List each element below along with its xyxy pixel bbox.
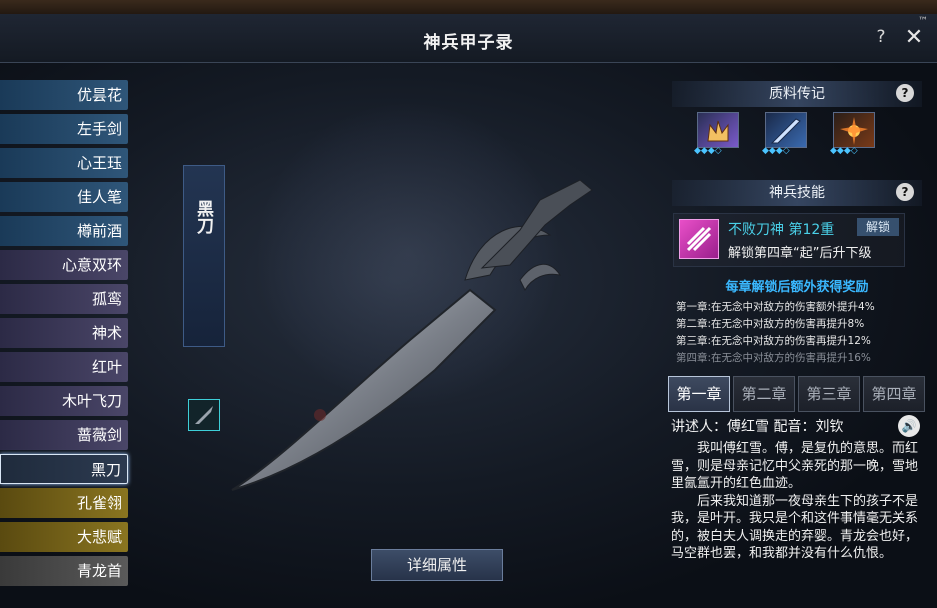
weapon-list-item[interactable]: 木叶飞刀 xyxy=(0,386,128,416)
skill-heading: 神兵技能 xyxy=(672,180,922,206)
weapon-list-item[interactable]: 青龙首 xyxy=(0,556,128,586)
help-button[interactable]: ? xyxy=(870,26,892,48)
weapon-list-item[interactable]: 黑刀 xyxy=(0,454,128,484)
weapon-list-item[interactable]: 佳人笔 xyxy=(0,182,128,212)
weapon-list-item[interactable]: 左手剑 xyxy=(0,114,128,144)
weapon-list-item[interactable]: 孔雀翎 xyxy=(0,488,128,518)
skill-help-button[interactable]: ? xyxy=(896,183,914,201)
reward-line-1: 第一章:在无念中对敌方的伤害额外提升4% xyxy=(676,301,875,313)
close-button[interactable]: ✕ xyxy=(902,26,926,50)
corner-tag: ™ xyxy=(918,16,928,27)
material-blade-icon[interactable] xyxy=(765,112,807,148)
tab-chapter-4[interactable]: 第四章 xyxy=(863,376,925,412)
reward-line-4: 第四章:在无念中对敌方的伤害再提升16% xyxy=(676,352,871,364)
skill-description: 解锁第四章“起”后升下级 xyxy=(728,246,872,261)
skill-name: 不败刀神 第12重 xyxy=(728,222,835,238)
weapon-thumbnail-icon xyxy=(195,406,213,424)
tab-chapter-3[interactable]: 第三章 xyxy=(798,376,860,412)
weapon-list-item[interactable]: 樽前酒 xyxy=(0,216,128,246)
material-stars-3: ◆◆◆◇ xyxy=(830,146,858,156)
sword-image xyxy=(231,179,593,491)
material-heading: 质料传记 xyxy=(672,81,922,107)
weapon-list-item[interactable]: 蔷薇剑 xyxy=(0,420,128,450)
skill-unlock-button[interactable]: 解锁 xyxy=(857,218,899,236)
weapon-list-item[interactable]: 孤鸾 xyxy=(0,284,128,314)
story-text: 我叫傅红雪。傅，是复仇的意思。而红雪，则是母亲记忆中父亲死的那一晚，雪地里氤氲开… xyxy=(671,440,927,563)
material-crown-icon[interactable] xyxy=(697,112,739,148)
weapon-banner xyxy=(183,165,225,347)
weapon-list-item[interactable]: 大悲赋 xyxy=(0,522,128,552)
reward-line-2: 第二章:在无念中对敌方的伤害再提升8% xyxy=(676,318,865,330)
weapon-list-item[interactable]: 心意双环 xyxy=(0,250,128,280)
weapon-list-item[interactable]: 优昙花 xyxy=(0,80,128,110)
material-stars-1: ◆◆◆◇ xyxy=(694,146,722,156)
story-paragraph: 我叫傅红雪。傅，是复仇的意思。而红雪，则是母亲记忆中父亲死的那一晚，雪地里氤氲开… xyxy=(671,441,919,491)
material-spark-icon[interactable] xyxy=(833,112,875,148)
weapon-list-item[interactable]: 神术 xyxy=(0,318,128,348)
reward-line-3: 第三章:在无念中对敌方的伤害再提升12% xyxy=(676,335,871,347)
speaker-icon[interactable]: 🔊 xyxy=(898,415,920,437)
reward-title: 每章解锁后额外获得奖励 xyxy=(725,280,869,295)
weapon-thumbnail[interactable] xyxy=(188,399,220,431)
weapon-banner-name: 黑刀 xyxy=(193,200,213,234)
tab-chapter-1[interactable]: 第一章 xyxy=(668,376,730,412)
weapon-list: 优昙花左手剑心王珏佳人笔樽前酒心意双环孤鸾神术红叶木叶飞刀蔷薇剑黑刀孔雀翎大悲赋… xyxy=(0,80,128,590)
material-help-button[interactable]: ? xyxy=(896,84,914,102)
detail-attributes-button[interactable]: 详细属性 xyxy=(371,549,503,581)
story-paragraph: 后来我知道那一夜母亲生下的孩子不是我，是叶开。我只是个和这件事情毫无关系的，被白… xyxy=(671,493,919,562)
weapon-list-item[interactable]: 心王珏 xyxy=(0,148,128,178)
window-title: 神兵甲子录 xyxy=(423,33,514,53)
narrator-line: 讲述人：傅红雪 配音：刘钦 xyxy=(671,419,844,435)
weapon-list-item[interactable]: 红叶 xyxy=(0,352,128,382)
material-stars-2: ◆◆◆◇ xyxy=(762,146,790,156)
tab-chapter-2[interactable]: 第二章 xyxy=(733,376,795,412)
skill-slash-icon[interactable] xyxy=(679,219,719,259)
